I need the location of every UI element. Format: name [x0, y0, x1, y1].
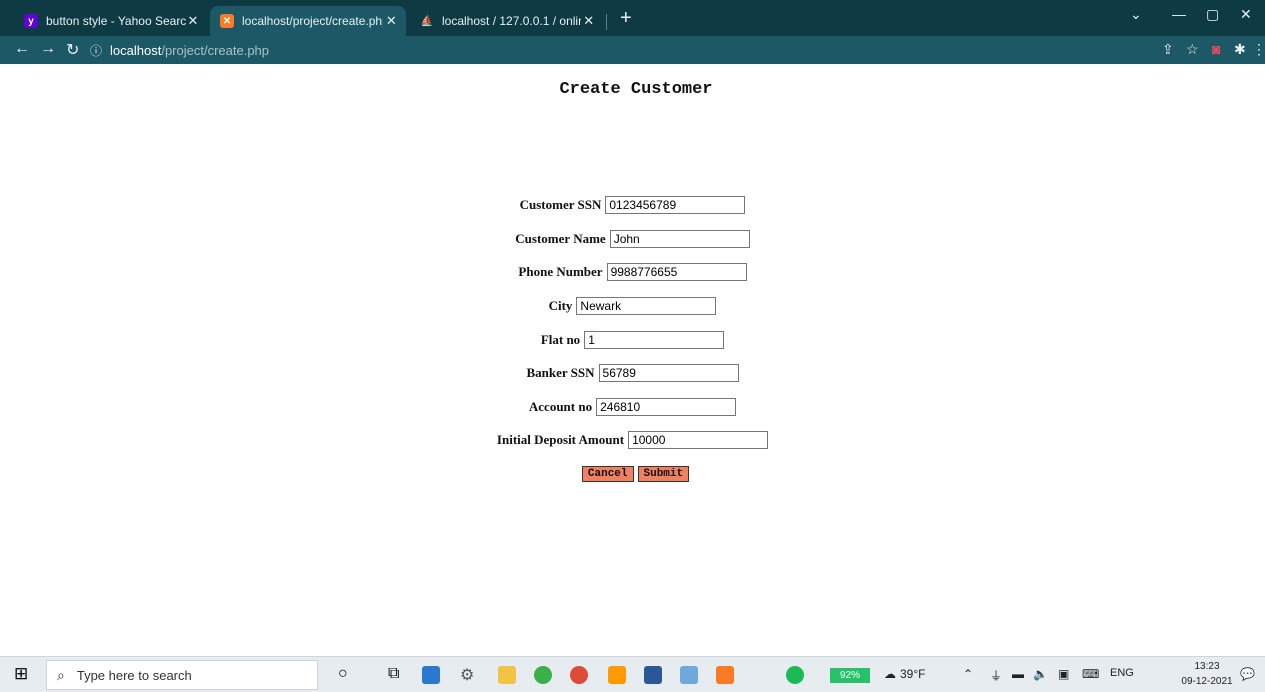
mysql-workbench-icon[interactable]: [680, 666, 698, 684]
tab-yahoo-search[interactable]: y button style - Yahoo Search Resu ✕: [14, 6, 206, 36]
field-account-no: Account no: [0, 398, 1265, 416]
whatsapp-icon[interactable]: [534, 666, 552, 684]
city-input[interactable]: [576, 297, 717, 315]
speaker-icon[interactable]: 🔈: [1033, 667, 1048, 681]
flat-no-input[interactable]: [584, 331, 725, 349]
field-label: Phone Number: [518, 264, 603, 279]
browser-tab-strip: y button style - Yahoo Search Resu ✕ ✕ l…: [0, 0, 1265, 36]
battery-indicator[interactable]: 92%: [830, 668, 870, 683]
settings-icon[interactable]: ⚙: [460, 665, 474, 685]
pocket-icon[interactable]: ◙: [1212, 41, 1220, 57]
banker-ssn-input[interactable]: [598, 364, 739, 382]
reload-icon[interactable]: ↻: [66, 40, 79, 60]
cortana-icon[interactable]: ○: [338, 665, 348, 683]
tab-phpmyadmin[interactable]: ⛵ localhost / 127.0.0.1 / online ban ✕: [410, 6, 602, 36]
tab-search-icon[interactable]: ⌄: [1130, 6, 1142, 23]
task-view-icon[interactable]: ⧉: [388, 665, 399, 683]
field-label: City: [548, 298, 573, 313]
clock[interactable]: 13:23 09-12-2021: [1181, 659, 1233, 689]
form-buttons: Cancel Submit: [0, 466, 1265, 482]
keyboard-icon[interactable]: ⌨: [1082, 667, 1099, 681]
language-indicator[interactable]: ENG: [1110, 667, 1134, 679]
phpmyadmin-icon: ⛵: [420, 15, 434, 27]
bookmark-star-icon[interactable]: ☆: [1186, 41, 1199, 58]
tab-separator: [606, 14, 607, 30]
field-label: Customer Name: [515, 231, 606, 246]
windows-taskbar: ⊞ ⌕ Type here to search ○ ⧉ ⚙ 92% ☁ 39°F…: [0, 656, 1265, 692]
extensions-icon[interactable]: ✱: [1234, 41, 1246, 58]
field-customer-ssn: Customer SSN: [0, 196, 1265, 214]
share-icon[interactable]: ⇪: [1162, 41, 1174, 58]
weather-icon[interactable]: ☁: [884, 667, 896, 681]
store-icon[interactable]: [422, 666, 440, 684]
search-placeholder: Type here to search: [76, 667, 192, 683]
search-icon: ⌕: [57, 666, 65, 683]
url-host: localhost: [110, 42, 162, 58]
customer-name-input[interactable]: [609, 230, 750, 248]
clock-time: 13:23: [1194, 661, 1220, 672]
field-customer-name: Customer Name: [0, 230, 1265, 248]
windows-start-icon[interactable]: ⊞: [14, 664, 28, 684]
tab-title: localhost/project/create.php: [242, 14, 383, 28]
field-city: City: [0, 297, 1265, 315]
browser-toolbar: ← → ↻ ⓘ localhost /project/create.php ⇪ …: [0, 36, 1265, 64]
tab-title: localhost / 127.0.0.1 / online ban: [442, 14, 582, 28]
word-icon[interactable]: [644, 666, 662, 684]
back-icon[interactable]: ←: [14, 40, 30, 58]
file-explorer-icon[interactable]: [498, 666, 516, 684]
weather-temperature[interactable]: 39°F: [900, 667, 925, 681]
phone-number-input[interactable]: [606, 263, 747, 281]
menu-icon[interactable]: ⋮: [1252, 41, 1265, 58]
field-label: Account no: [528, 399, 593, 414]
cancel-button[interactable]: Cancel: [581, 466, 634, 482]
minimize-icon[interactable]: —: [1172, 6, 1186, 22]
spotify-icon[interactable]: [786, 666, 804, 684]
close-window-icon[interactable]: ✕: [1240, 6, 1252, 23]
field-label: Initial Deposit Amount: [496, 432, 625, 447]
field-label: Banker SSN: [526, 365, 595, 380]
chrome-icon[interactable]: [570, 666, 588, 684]
customer-ssn-input[interactable]: [605, 196, 746, 214]
sublime-text-icon[interactable]: [608, 666, 626, 684]
tab-create-php[interactable]: ✕ localhost/project/create.php ✕: [210, 6, 406, 36]
address-bar[interactable]: ⓘ localhost /project/create.php: [90, 39, 1160, 61]
field-banker-ssn: Banker SSN: [0, 364, 1265, 382]
close-icon[interactable]: ✕: [383, 13, 400, 29]
field-initial-deposit: Initial Deposit Amount: [0, 431, 1265, 449]
page-title: Create Customer: [559, 80, 713, 99]
field-phone-number: Phone Number: [0, 263, 1265, 281]
notification-app-icon[interactable]: ▣: [1058, 667, 1069, 681]
wifi-icon[interactable]: ▬: [1012, 667, 1024, 681]
xampp-icon: ✕: [220, 14, 234, 28]
field-flat-no: Flat no: [0, 331, 1265, 349]
url-path: /project/create.php: [161, 42, 270, 58]
tab-title: button style - Yahoo Search Resu: [46, 14, 186, 28]
field-label: Flat no: [540, 332, 581, 347]
close-icon[interactable]: ✕: [186, 13, 200, 29]
xampp-taskbar-icon[interactable]: [716, 666, 734, 684]
field-label: Customer SSN: [519, 197, 602, 212]
new-tab-button[interactable]: +: [620, 8, 632, 28]
show-hidden-icons[interactable]: ⌃: [963, 667, 973, 681]
initial-deposit-input[interactable]: [628, 431, 769, 449]
usb-icon[interactable]: ⏚: [990, 667, 1002, 684]
yahoo-icon: y: [24, 14, 38, 28]
forward-icon[interactable]: →: [40, 40, 56, 58]
clock-date: 09-12-2021: [1181, 676, 1233, 687]
notifications-icon[interactable]: 💬: [1240, 667, 1255, 681]
maximize-icon[interactable]: ▢: [1206, 6, 1219, 23]
submit-button[interactable]: Submit: [637, 466, 690, 482]
close-icon[interactable]: ✕: [581, 13, 596, 29]
account-no-input[interactable]: [596, 398, 737, 416]
taskbar-search-box[interactable]: ⌕ Type here to search: [46, 660, 318, 690]
info-icon[interactable]: ⓘ: [90, 42, 102, 59]
